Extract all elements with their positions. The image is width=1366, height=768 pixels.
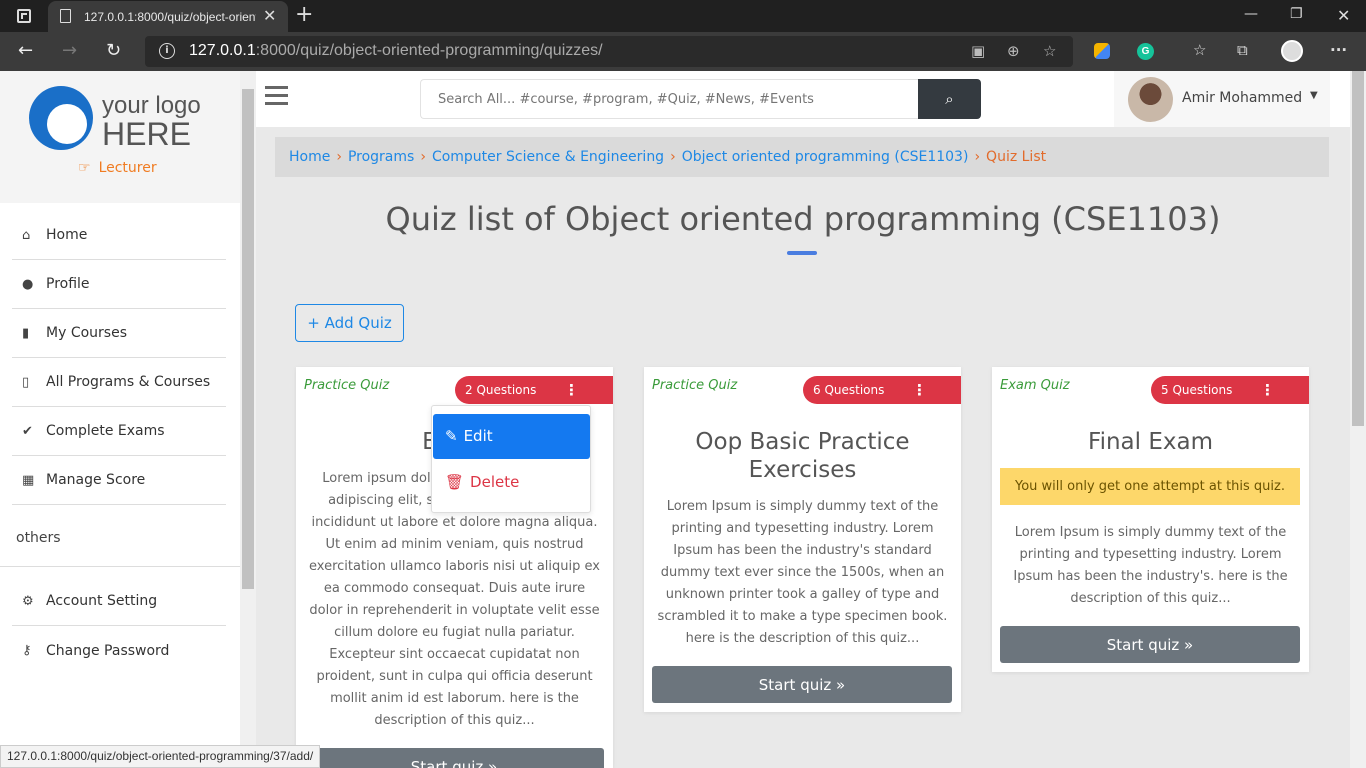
info-icon[interactable]: i bbox=[159, 43, 175, 59]
pencil-icon: ✎ bbox=[445, 427, 458, 445]
kebab-menu-icon[interactable]: ⋮ bbox=[1260, 376, 1275, 404]
logo-area: your logo HERE ☞ Lecturer bbox=[0, 71, 240, 203]
sidebar-item-account-setting[interactable]: ⚙ Account Setting bbox=[12, 577, 226, 626]
quiz-title[interactable]: Oop Basic Practice Exercises bbox=[654, 428, 951, 484]
page-icon bbox=[60, 9, 71, 23]
favorites-icon[interactable]: ☆ bbox=[1193, 41, 1206, 59]
minimize-icon[interactable]: — bbox=[1244, 6, 1258, 22]
quiz-type: Practice Quiz bbox=[652, 378, 738, 393]
caret-down-icon: ▼ bbox=[1310, 90, 1318, 101]
quiz-actions-dropdown: ✎ Edit 🗑 Delete bbox=[431, 405, 591, 513]
close-window-icon[interactable]: ✕ bbox=[1337, 6, 1350, 25]
url-field[interactable]: i 127.0.0.1:8000/quiz/object-oriented-pr… bbox=[145, 36, 1073, 67]
breadcrumb-current: Quiz List bbox=[986, 149, 1047, 165]
zoom-icon[interactable]: ⊕ bbox=[1007, 42, 1020, 60]
sidebar-item-all-programs[interactable]: ▯ All Programs & Courses bbox=[12, 358, 226, 407]
question-count-badge: 5 Questions ⋮ bbox=[1151, 376, 1309, 404]
restore-icon[interactable]: ❐ bbox=[1290, 6, 1303, 22]
topbar: ⌕ Amir Mohammed ▼ bbox=[256, 71, 1350, 127]
add-favorite-icon[interactable]: ☆ bbox=[1043, 42, 1056, 60]
sidebar-nav-secondary: ⚙ Account Setting ⚷ Change Password bbox=[12, 577, 226, 675]
collections-icon[interactable]: ⧉ bbox=[1237, 41, 1248, 59]
delete-menu-item[interactable]: 🗑 Delete bbox=[433, 460, 590, 505]
new-tab-icon[interactable]: + bbox=[295, 2, 313, 27]
breadcrumb-program[interactable]: Computer Science & Engineering bbox=[432, 149, 664, 165]
book-icon: ▮ bbox=[22, 325, 30, 341]
quiz-type: Exam Quiz bbox=[1000, 378, 1070, 393]
quiz-type: Practice Quiz bbox=[304, 378, 390, 393]
sidebar-item-home[interactable]: ⌂ Home bbox=[12, 211, 226, 260]
quiz-description: Lorem Ipsum is simply dummy text of the … bbox=[657, 499, 948, 646]
question-count-badge: 2 Questions ⋮ bbox=[455, 376, 613, 404]
url-text: 127.0.0.1:8000/quiz/object-oriented-prog… bbox=[189, 42, 603, 59]
page-title: Quiz list of Object oriented programming… bbox=[385, 200, 1221, 238]
user-menu[interactable]: Amir Mohammed ▼ bbox=[1114, 71, 1330, 127]
kebab-menu-icon[interactable]: ⋮ bbox=[564, 376, 579, 404]
hand-point-icon: ☞ bbox=[78, 160, 91, 176]
menu-toggle-icon[interactable] bbox=[265, 86, 288, 106]
extension-icon[interactable] bbox=[1094, 43, 1110, 59]
user-icon: ● bbox=[22, 276, 34, 292]
kebab-menu-icon[interactable]: ⋮ bbox=[912, 376, 927, 404]
breadcrumb-course[interactable]: Object oriented programming (CSE1103) bbox=[682, 149, 969, 165]
reader-view-icon[interactable]: ▣ bbox=[971, 42, 985, 60]
key-icon: ⚷ bbox=[22, 643, 32, 658]
close-tab-icon[interactable]: ✕ bbox=[263, 6, 276, 26]
sidebar-nav: ⌂ Home ● Profile ▮ My Courses ▯ All Programs… bbox=[12, 211, 226, 505]
add-quiz-button[interactable]: + Add Quiz bbox=[295, 304, 404, 342]
main-scrollbar[interactable] bbox=[1350, 71, 1366, 768]
browser-tabbar: 127.0.0.1:8000/quiz/object-oriented-prog… bbox=[0, 0, 1366, 32]
quiz-card: Exam Quiz 5 Questions ⋮ Final Exam You wi… bbox=[992, 367, 1309, 672]
book-open-icon: ▯ bbox=[22, 374, 30, 390]
search-icon: ⌕ bbox=[945, 90, 954, 108]
breadcrumb: Home › Programs › Computer Science & Engin… bbox=[275, 137, 1329, 177]
sidebar-item-complete-exams[interactable]: ✔ Complete Exams bbox=[12, 407, 226, 456]
breadcrumb-programs[interactable]: Programs bbox=[348, 149, 414, 165]
tab-title: 127.0.0.1:8000/quiz/object-oriented-prog… bbox=[84, 10, 256, 24]
window-menu-icon[interactable] bbox=[17, 9, 31, 23]
home-icon: ⌂ bbox=[22, 227, 31, 243]
attempt-warning: You will only get one attempt at this qu… bbox=[1000, 468, 1300, 505]
check-double-icon: ✔ bbox=[22, 423, 33, 439]
more-icon[interactable]: ··· bbox=[1330, 41, 1347, 59]
start-quiz-button[interactable]: Start quiz » bbox=[1000, 626, 1300, 663]
search-button[interactable]: ⌕ bbox=[918, 79, 981, 119]
sidebar-item-my-courses[interactable]: ▮ My Courses bbox=[12, 309, 226, 358]
search-input[interactable] bbox=[420, 79, 918, 119]
quiz-description: Lorem Ipsum is simply dummy text of the … bbox=[1013, 525, 1288, 606]
sidebar-scrollbar[interactable] bbox=[240, 71, 256, 768]
logo-text: your logo HERE bbox=[102, 92, 201, 152]
browser-profile-icon[interactable] bbox=[1281, 40, 1303, 62]
back-icon[interactable]: ← bbox=[18, 40, 33, 61]
role-label: ☞ Lecturer bbox=[78, 160, 157, 176]
user-name: Amir Mohammed bbox=[1182, 90, 1303, 106]
sidebar-item-profile[interactable]: ● Profile bbox=[12, 260, 226, 309]
sidebar: your logo HERE ☞ Lecturer ⌂ Home ● Profile … bbox=[0, 71, 240, 768]
browser-tab[interactable]: 127.0.0.1:8000/quiz/object-oriented-prog… bbox=[48, 1, 288, 32]
breadcrumb-home[interactable]: Home bbox=[289, 149, 330, 165]
address-bar: ← → ↻ i 127.0.0.1:8000/quiz/object-orien… bbox=[0, 32, 1366, 71]
table-icon: ▦ bbox=[22, 472, 35, 488]
start-quiz-button[interactable]: Start quiz » bbox=[652, 666, 952, 703]
sidebar-item-change-password[interactable]: ⚷ Change Password bbox=[12, 626, 226, 675]
start-quiz-button[interactable]: Start quiz » bbox=[304, 748, 604, 768]
grammarly-icon[interactable]: G bbox=[1137, 43, 1154, 60]
question-count-badge: 6 Questions ⋮ bbox=[803, 376, 961, 404]
refresh-icon[interactable]: ↻ bbox=[106, 40, 121, 61]
logo-icon bbox=[29, 86, 93, 150]
avatar bbox=[1128, 77, 1173, 122]
sidebar-item-manage-score[interactable]: ▦ Manage Score bbox=[12, 456, 226, 505]
cogs-icon: ⚙ bbox=[22, 593, 34, 609]
edit-menu-item[interactable]: ✎ Edit bbox=[433, 414, 590, 459]
trash-icon: 🗑 bbox=[445, 473, 465, 491]
divider bbox=[0, 566, 240, 567]
title-underline bbox=[787, 251, 817, 255]
status-bar-url: 127.0.0.1:8000/quiz/object-oriented-prog… bbox=[0, 745, 321, 768]
quiz-card: Practice Quiz 6 Questions ⋮ Oop Basic Pra… bbox=[644, 367, 961, 712]
others-heading: others bbox=[16, 530, 61, 546]
quiz-title[interactable]: Final Exam bbox=[1002, 428, 1299, 456]
forward-icon[interactable]: → bbox=[62, 40, 77, 61]
